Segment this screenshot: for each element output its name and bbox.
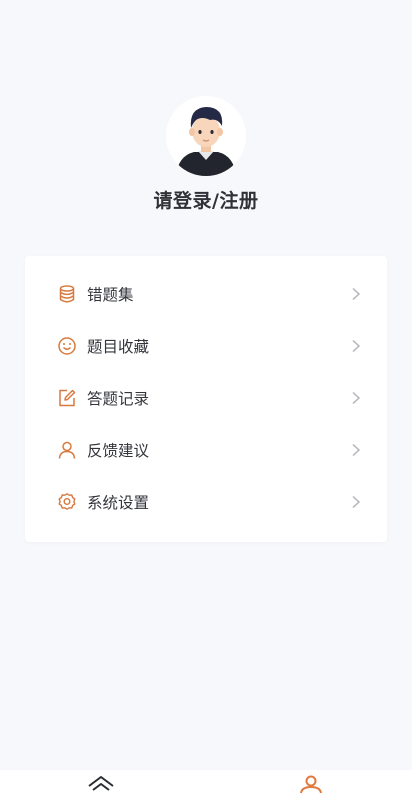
menu-item-feedback[interactable]: 反馈建议	[25, 424, 387, 476]
menu-item-wrong-questions[interactable]: 错题集	[25, 268, 387, 320]
chevron-right-icon	[352, 287, 361, 301]
menu-item-label: 题目收藏	[87, 338, 150, 356]
gear-icon	[58, 493, 76, 510]
smile-icon	[58, 337, 76, 355]
tab-mine[interactable]	[296, 774, 326, 793]
menu-item-label: 答题记录	[87, 390, 150, 408]
menu-item-answer-history[interactable]: 答题记录	[25, 372, 387, 424]
menu-item-settings[interactable]: 系统设置	[25, 476, 387, 528]
home-icon	[88, 776, 114, 791]
menu-item-label: 反馈建议	[87, 442, 150, 460]
menu-card: 错题集 题目收藏 答题记录 反馈建议 系统设置	[25, 256, 387, 542]
chevron-right-icon	[352, 391, 361, 405]
person-icon	[300, 775, 322, 793]
user-icon	[58, 441, 76, 459]
edit-icon	[59, 389, 76, 407]
avatar[interactable]	[166, 96, 246, 176]
database-icon	[59, 285, 75, 303]
chevron-right-icon	[352, 443, 361, 457]
avatar-illustration	[166, 96, 246, 176]
menu-item-label: 错题集	[87, 286, 134, 304]
chevron-right-icon	[352, 339, 361, 353]
menu-item-label: 系统设置	[87, 494, 150, 512]
profile-page: 请登录/注册 错题集 题目收藏 答题记录 反馈建议 系统设置	[0, 0, 412, 793]
chevron-right-icon	[352, 495, 361, 509]
login-register-link[interactable]: 请登录/注册	[0, 186, 412, 213]
tab-home[interactable]	[86, 774, 116, 793]
bottom-tab-bar	[0, 770, 412, 793]
menu-item-favorites[interactable]: 题目收藏	[25, 320, 387, 372]
